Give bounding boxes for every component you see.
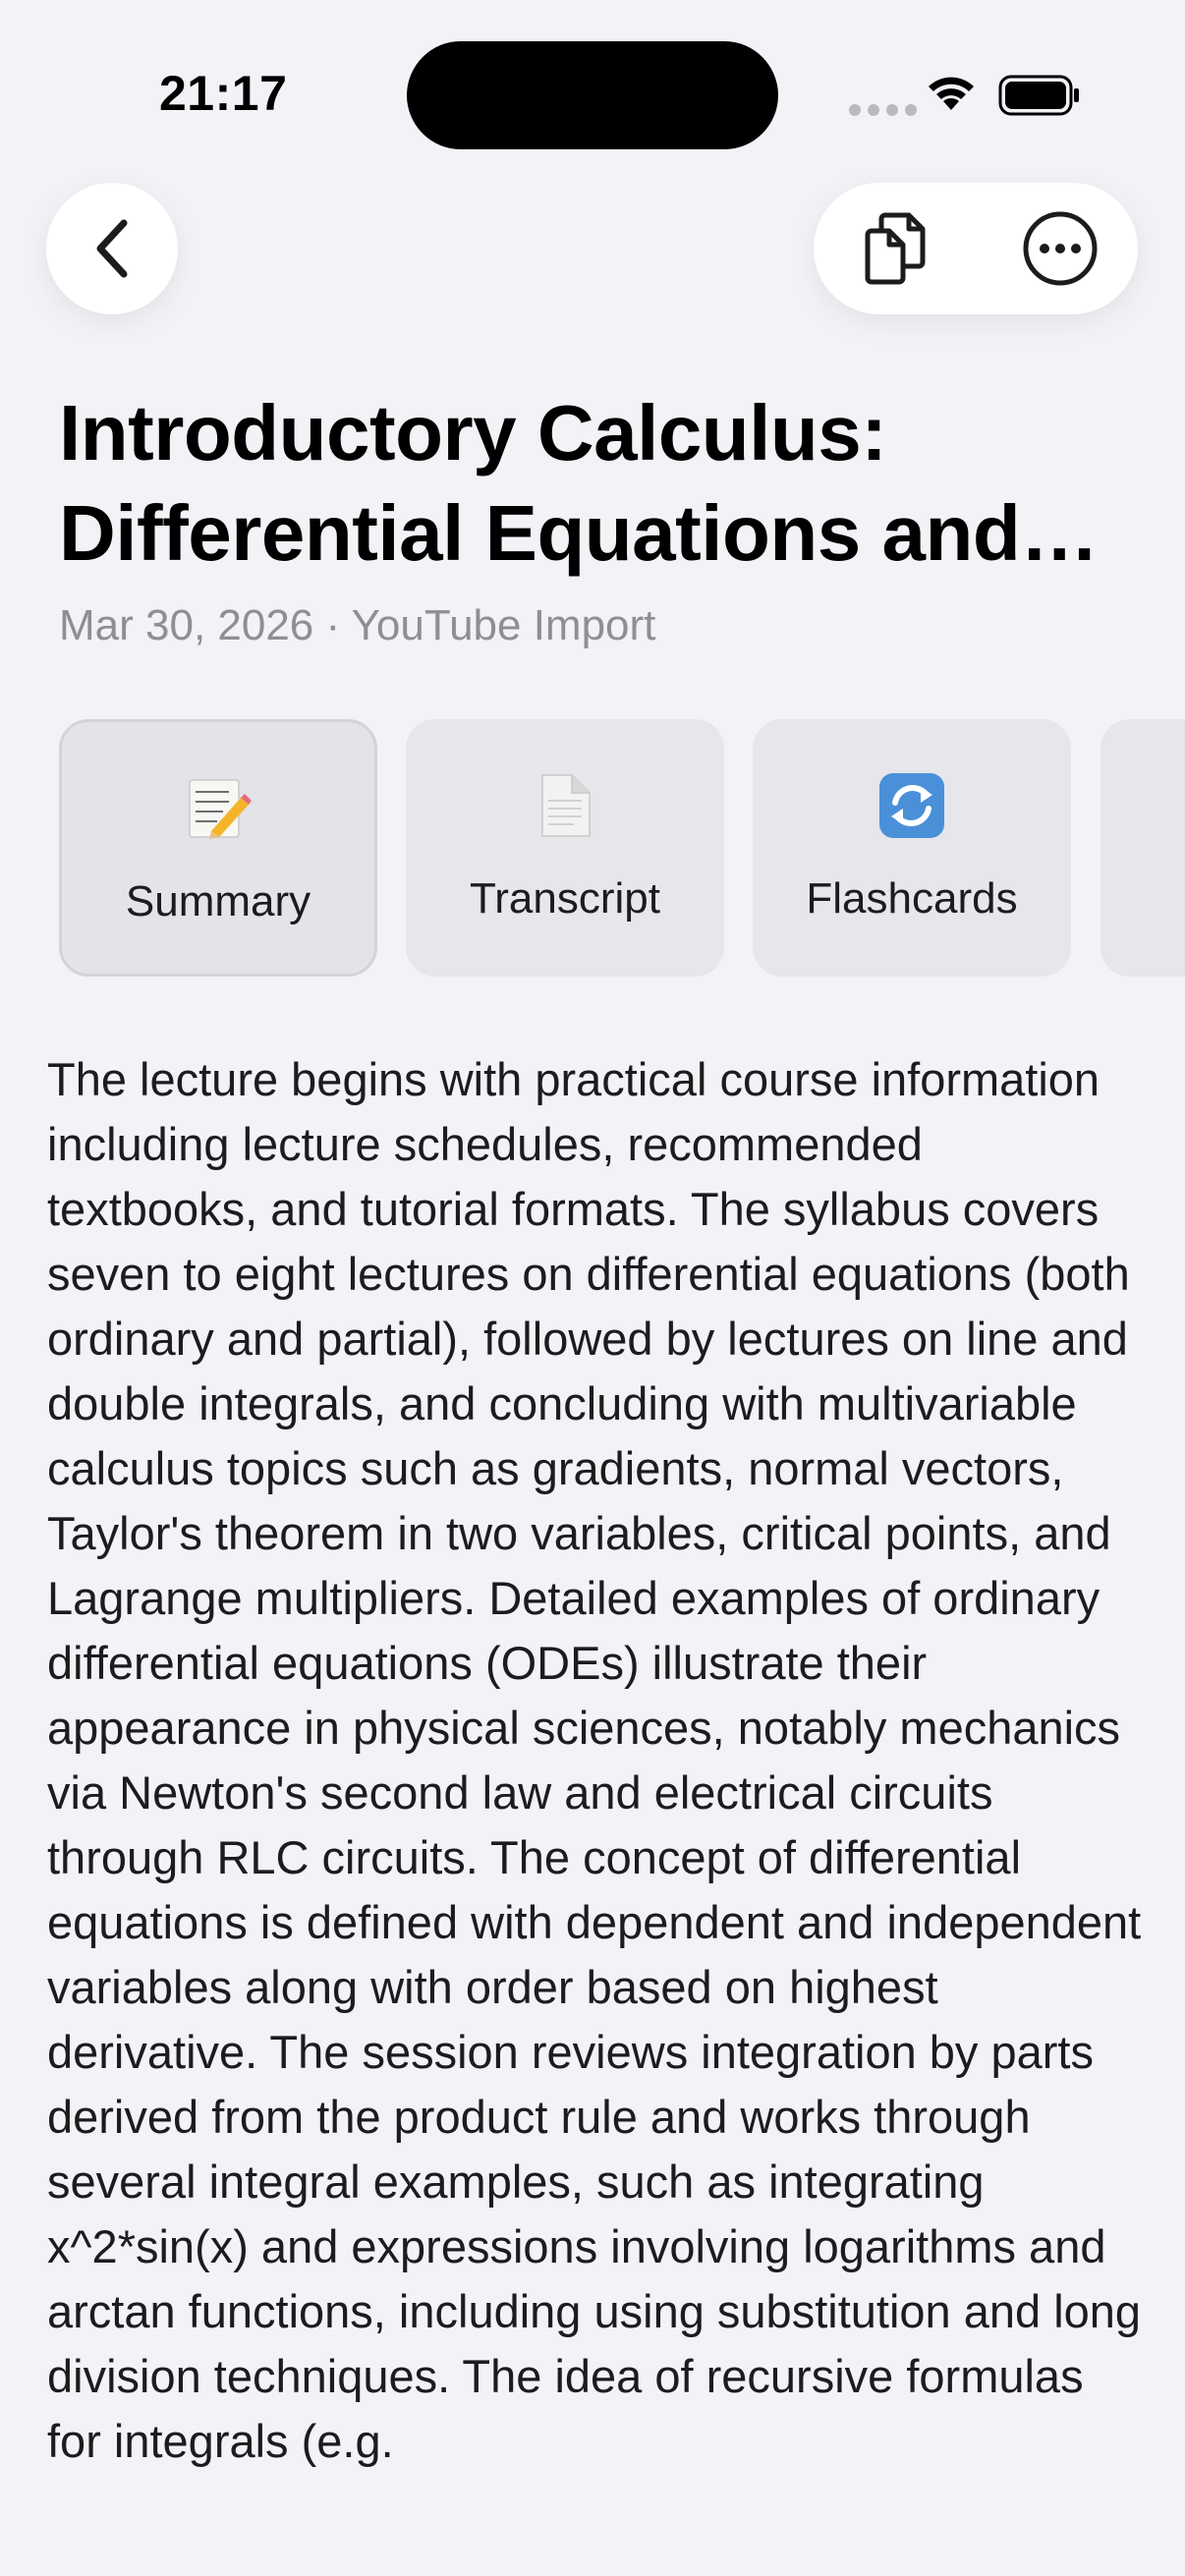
more-button[interactable] bbox=[1018, 206, 1102, 291]
battery-icon bbox=[998, 75, 1079, 116]
memo-pencil-icon bbox=[183, 773, 254, 844]
tab-flashcards[interactable]: Flashcards bbox=[753, 719, 1071, 977]
tab-transcript[interactable]: Transcript bbox=[406, 719, 724, 977]
document-page-icon bbox=[530, 770, 600, 841]
status-bar: 21:17 bbox=[0, 0, 1185, 196]
back-button[interactable] bbox=[46, 183, 178, 314]
tab-summary-label: Summary bbox=[125, 877, 311, 925]
page-title-line-2: Differential Equations and… bbox=[59, 489, 1099, 577]
copy-documents-icon bbox=[865, 212, 926, 285]
chevron-left-icon bbox=[96, 219, 128, 278]
status-time: 21:17 bbox=[159, 66, 288, 121]
page-subtitle: Mar 30, 2026 · YouTube Import bbox=[59, 601, 656, 649]
dynamic-island bbox=[407, 41, 778, 149]
cellular-signal-icon bbox=[849, 104, 917, 116]
wifi-icon bbox=[929, 77, 974, 110]
tab-summary[interactable]: Summary bbox=[59, 719, 377, 977]
page-title: Introductory Calculus: Differential Equa… bbox=[59, 383, 1150, 584]
copy-button[interactable] bbox=[853, 206, 937, 291]
ellipsis-circle-icon bbox=[1023, 211, 1098, 286]
page-title-line-1: Introductory Calculus: bbox=[59, 389, 887, 476]
tab-transcript-label: Transcript bbox=[470, 874, 660, 923]
tab-flashcards-label: Flashcards bbox=[806, 874, 1018, 923]
refresh-arrows-icon bbox=[876, 770, 947, 841]
summary-text: The lecture begins with practical course… bbox=[47, 1053, 1142, 2467]
content-tabs: Summary Transcript Flashcards bbox=[59, 719, 1185, 977]
actions-pill bbox=[814, 183, 1138, 314]
tab-more-partial[interactable] bbox=[1100, 719, 1185, 977]
